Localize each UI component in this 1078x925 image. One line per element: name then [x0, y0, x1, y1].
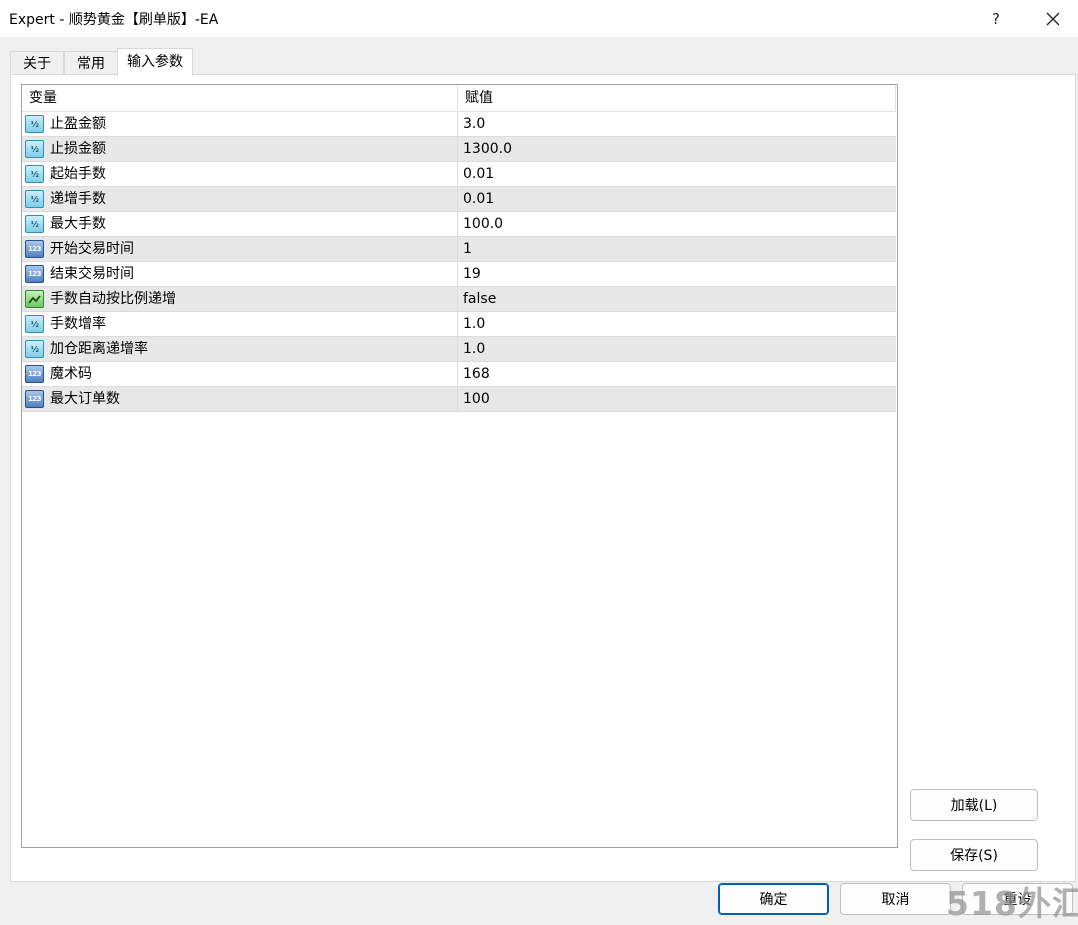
variable-cell[interactable]: ½ 手数增率 — [22, 312, 458, 336]
window-title: Expert - 顺势黄金【刷单版】-EA — [9, 12, 219, 28]
inputs-grid: 变量 赋值 ½ 止盈金额 3.0 ½ 止损金额 1300.0 ½ 起始手数 0.01 ½ 递增手数 0… — [21, 84, 898, 848]
table-row[interactable]: ½ 手数增率 1.0 — [22, 312, 896, 337]
value-cell[interactable]: 100 — [458, 387, 896, 411]
table-row[interactable]: ½ 递增手数 0.01 — [22, 187, 896, 212]
value-cell[interactable]: 0.01 — [458, 162, 896, 186]
variable-cell[interactable]: 123 最大订单数 — [22, 387, 458, 411]
close-icon — [1046, 12, 1060, 25]
load-button[interactable]: 加载(L) — [910, 789, 1038, 821]
variable-cell[interactable]: ½ 止盈金额 — [22, 112, 458, 136]
double-type-icon: ½ — [25, 215, 44, 233]
variable-cell[interactable]: 123 开始交易时间 — [22, 237, 458, 261]
variable-name: 结束交易时间 — [50, 266, 134, 282]
value-cell[interactable]: 100.0 — [458, 212, 896, 236]
variable-name: 递增手数 — [50, 191, 106, 207]
variable-name: 加仓距离递增率 — [50, 341, 148, 357]
table-row[interactable]: 123 最大订单数 100 — [22, 387, 896, 412]
table-row[interactable]: ½ 最大手数 100.0 — [22, 212, 896, 237]
variable-cell[interactable]: ½ 起始手数 — [22, 162, 458, 186]
ok-button[interactable]: 确定 — [718, 883, 829, 915]
value-cell[interactable]: false — [458, 287, 896, 311]
value-cell[interactable]: 168 — [458, 362, 896, 386]
cancel-button[interactable]: 取消 — [840, 883, 951, 915]
variable-name: 手数自动按比例递增 — [50, 291, 176, 307]
bool-type-icon — [25, 290, 44, 308]
variable-cell[interactable]: ½ 递增手数 — [22, 187, 458, 211]
variable-name: 最大手数 — [50, 216, 106, 232]
double-type-icon: ½ — [25, 165, 44, 183]
tab-inputs[interactable]: 输入参数 — [117, 48, 193, 76]
double-type-icon: ½ — [25, 140, 44, 158]
integer-type-icon: 123 — [25, 365, 44, 383]
value-cell[interactable]: 1 — [458, 237, 896, 261]
watermark: 518外汇网 — [946, 884, 1078, 923]
variable-name: 止损金额 — [50, 141, 106, 157]
double-type-icon: ½ — [25, 190, 44, 208]
tab-about[interactable]: 关于 — [10, 51, 64, 75]
variable-name: 魔术码 — [50, 366, 92, 382]
table-row[interactable]: 手数自动按比例递增 false — [22, 287, 896, 312]
close-button[interactable] — [1025, 0, 1078, 37]
help-icon: ? — [992, 9, 1000, 28]
variable-name: 最大订单数 — [50, 391, 120, 407]
variable-cell[interactable]: 123 魔术码 — [22, 362, 458, 386]
table-row[interactable]: 123 魔术码 168 — [22, 362, 896, 387]
double-type-icon: ½ — [25, 115, 44, 133]
value-cell[interactable]: 1300.0 — [458, 137, 896, 161]
variable-name: 手数增率 — [50, 316, 106, 332]
value-cell[interactable]: 1.0 — [458, 337, 896, 361]
double-type-icon: ½ — [25, 340, 44, 358]
table-row[interactable]: ½ 止损金额 1300.0 — [22, 137, 896, 162]
tab-common[interactable]: 常用 — [64, 51, 118, 75]
column-header-value[interactable]: 赋值 — [458, 85, 896, 111]
table-row[interactable]: ½ 起始手数 0.01 — [22, 162, 896, 187]
variable-cell[interactable]: ½ 最大手数 — [22, 212, 458, 236]
save-button[interactable]: 保存(S) — [910, 839, 1038, 871]
title-bar: Expert - 顺势黄金【刷单版】-EA ? — [0, 0, 1078, 37]
variable-name: 起始手数 — [50, 166, 106, 182]
variable-cell[interactable]: ½ 止损金额 — [22, 137, 458, 161]
table-row[interactable]: 123 结束交易时间 19 — [22, 262, 896, 287]
help-button[interactable]: ? — [968, 0, 1024, 37]
integer-type-icon: 123 — [25, 265, 44, 283]
value-cell[interactable]: 0.01 — [458, 187, 896, 211]
table-row[interactable]: ½ 止盈金额 3.0 — [22, 112, 896, 137]
table-row[interactable]: 123 开始交易时间 1 — [22, 237, 896, 262]
variable-name: 开始交易时间 — [50, 241, 134, 257]
table-row[interactable]: ½ 加仓距离递增率 1.0 — [22, 337, 896, 362]
variable-cell[interactable]: ½ 加仓距离递增率 — [22, 337, 458, 361]
integer-type-icon: 123 — [25, 240, 44, 258]
double-type-icon: ½ — [25, 315, 44, 333]
column-header-variable[interactable]: 变量 — [22, 85, 458, 111]
grid-header: 变量 赋值 — [22, 85, 896, 112]
integer-type-icon: 123 — [25, 390, 44, 408]
value-cell[interactable]: 19 — [458, 262, 896, 286]
value-cell[interactable]: 3.0 — [458, 112, 896, 136]
variable-cell[interactable]: 手数自动按比例递增 — [22, 287, 458, 311]
variable-name: 止盈金额 — [50, 116, 106, 132]
variable-cell[interactable]: 123 结束交易时间 — [22, 262, 458, 286]
value-cell[interactable]: 1.0 — [458, 312, 896, 336]
